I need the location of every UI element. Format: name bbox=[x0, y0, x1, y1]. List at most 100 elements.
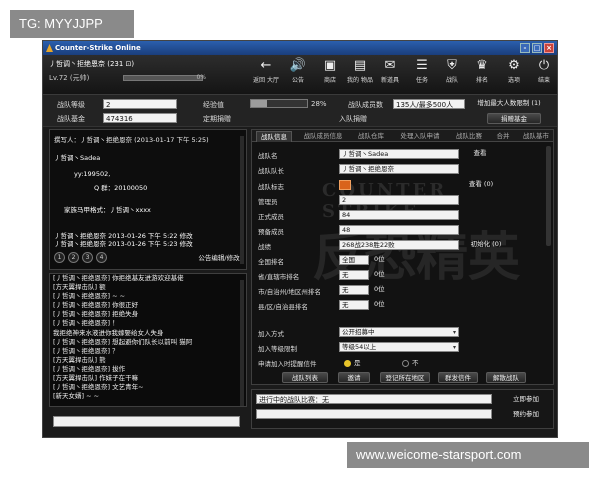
chat-line: [丿哲调丶拒绝恩奈] 你很正好 bbox=[53, 301, 139, 310]
donate-fund-button[interactable]: 捐赠基金 bbox=[487, 113, 541, 124]
quest-icon: ☰ bbox=[416, 58, 428, 73]
nav-item[interactable]: ▣ 商店 bbox=[315, 58, 345, 84]
notice-scrollbar[interactable] bbox=[240, 136, 244, 264]
notice-line: 家族马甲格式：丿哲调丶xxxx bbox=[64, 206, 151, 214]
join-method-select[interactable]: 公开招募中 ▾ bbox=[339, 327, 459, 337]
notice-edit-button[interactable]: 公告编辑/修改 bbox=[196, 253, 242, 264]
match-join-button[interactable]: 立即参加 bbox=[504, 394, 548, 405]
clan-leader-value: 丿哲调丶拒绝恩奈 bbox=[339, 164, 459, 174]
gear-icon: ⚙ bbox=[508, 58, 520, 73]
clan-action-button[interactable]: 登记所在地区 bbox=[380, 372, 430, 383]
minimize-button[interactable]: - bbox=[520, 43, 530, 53]
close-button[interactable]: × bbox=[544, 43, 554, 53]
clan-name-view-button[interactable]: 查看 bbox=[466, 148, 494, 159]
admin-count-value: 2 bbox=[339, 195, 459, 205]
clan-shield-icon: ⛨ bbox=[447, 58, 457, 73]
clan-mark-view-button[interactable]: 查看 (0) bbox=[466, 179, 496, 190]
entry-donate-label: 入队捐赠 bbox=[339, 115, 367, 123]
power-icon: ⏻ bbox=[538, 58, 550, 73]
clan-exp-fill bbox=[251, 100, 267, 107]
chat-scrollbar[interactable] bbox=[240, 280, 244, 406]
nav-item-label: 结束 bbox=[537, 77, 550, 84]
tab-0[interactable]: 战队信息 bbox=[256, 131, 292, 142]
level-limit-select[interactable]: 等级54以上 ▾ bbox=[339, 342, 459, 352]
nav-item[interactable]: ☰ 任务 bbox=[407, 58, 437, 84]
notice-page-button[interactable]: 2 bbox=[68, 252, 79, 263]
nav-item-label: 商店 bbox=[323, 77, 336, 84]
maximize-button[interactable]: □ bbox=[532, 43, 542, 53]
join-method-value: 公开招募中 bbox=[342, 328, 375, 336]
cs-logo-icon bbox=[46, 44, 53, 52]
nav-item[interactable]: ▤ 我的 物品 bbox=[345, 58, 375, 84]
nav-item-label: 我的 物品 bbox=[347, 77, 373, 84]
speaker-icon: 🔊 bbox=[289, 58, 307, 73]
join-alert-no-radio[interactable]: 不 bbox=[402, 357, 419, 367]
notice-line: 丿哲调丶拒绝恩奈 2013-01-26 下午 5:23 修改 bbox=[54, 240, 193, 248]
notice-page-button[interactable]: 3 bbox=[82, 252, 93, 263]
nav-item-label: 排名 bbox=[475, 77, 488, 84]
nav-item[interactable]: ⚙ 选项 bbox=[499, 58, 529, 84]
clan-mark-label: 战队标志 bbox=[258, 183, 284, 191]
nav-item-label: 返回 大厅 bbox=[253, 77, 279, 84]
tab-6[interactable]: 战队基市 bbox=[518, 131, 553, 141]
nav-item[interactable]: 🔊 公告 bbox=[283, 58, 313, 84]
clan-action-button[interactable]: 战队列表 bbox=[282, 372, 328, 383]
chat-line: [丿哲调丶拒绝恩奈] 你拒绝基友进游欢迎基佬 bbox=[53, 274, 184, 282]
clan-members-value: 135人/最多500人 bbox=[393, 99, 465, 109]
increase-member-limit-button[interactable]: 增加最大人数限制 (1) bbox=[471, 98, 547, 109]
player-name: 丿哲调丶拒绝恩奈 (231 ⊡) bbox=[49, 60, 135, 68]
record-reset-button[interactable]: 初始化 (0) bbox=[466, 239, 506, 250]
notice-line: 丿哲调丶Sadea bbox=[54, 154, 101, 162]
county-rank-value: 0位 bbox=[374, 300, 385, 308]
title-bar: Counter-Strike Online - □ × bbox=[43, 41, 557, 55]
city-rank-scope: 无 bbox=[339, 285, 369, 295]
join-alert-yes-radio[interactable]: 是 bbox=[344, 357, 361, 367]
nav-item[interactable]: ✉ 新道具 bbox=[375, 58, 405, 84]
notice-author: 撰写人：丿哲调丶拒绝恩奈 (2013-01-17 下午 5:25) bbox=[54, 136, 209, 144]
tab-1[interactable]: 战队成员信息 bbox=[298, 131, 348, 141]
match-status-value: 无 bbox=[322, 396, 329, 404]
notice-page-button[interactable]: 1 bbox=[54, 252, 65, 263]
clan-name-value: 丿哲调丶Sadea bbox=[339, 149, 459, 159]
tab-3[interactable]: 处理入队申请 bbox=[394, 131, 446, 141]
chat-line: [丿哲调丶拒绝恩奈] 拔作 bbox=[53, 364, 126, 373]
match-reserve-button[interactable]: 预约参加 bbox=[504, 409, 548, 420]
clan-level-label: 战队等级 bbox=[57, 101, 85, 109]
cycle-donate-label: 定期捐赠 bbox=[203, 115, 231, 123]
clan-level-value: 2 bbox=[103, 99, 177, 109]
notice-page-button[interactable]: 4 bbox=[96, 252, 107, 263]
nav-item-label: 公告 bbox=[291, 77, 304, 84]
chat-line: [方天翼捍击队] 作妹子在干嘛 bbox=[53, 374, 139, 383]
tab-4[interactable]: 战队比赛 bbox=[450, 131, 488, 141]
chat-input[interactable] bbox=[53, 416, 240, 427]
clan-info-panel: 战队信息战队成员信息战队仓库处理入队申请战队比赛合并战队基市 COUNTER S… bbox=[251, 129, 554, 385]
clan-action-button[interactable]: 解散战队 bbox=[486, 372, 526, 383]
watermark-tag-top: TG: MYYJJPP bbox=[10, 10, 134, 38]
city-rank-label: 市/自治州/地区州排名 bbox=[258, 288, 321, 296]
chat-line: [丿哲调丶拒绝恩奈] 文艺青年~ bbox=[53, 383, 144, 392]
county-rank-label: 县/区/自治县排名 bbox=[258, 303, 308, 311]
clan-action-button[interactable]: 群发信件 bbox=[438, 372, 478, 383]
national-rank-label: 全国排名 bbox=[258, 258, 284, 266]
info-scrollbar[interactable] bbox=[546, 146, 551, 246]
regular-count-label: 正式成员 bbox=[258, 213, 284, 221]
clan-fund-value: 474316 bbox=[103, 113, 177, 123]
inventory-icon: ▤ bbox=[353, 58, 367, 73]
clan-action-button[interactable]: 邀请 bbox=[338, 372, 370, 383]
game-window: Counter-Strike Online - □ × 丿哲调丶拒绝恩奈 (23… bbox=[42, 40, 558, 438]
city-rank-value: 0位 bbox=[374, 285, 385, 293]
clan-exp-label: 经验值 bbox=[203, 101, 224, 109]
clan-mark-icon bbox=[339, 180, 351, 190]
nav-item[interactable]: ♛ 排名 bbox=[467, 58, 497, 84]
province-rank-value: 0位 bbox=[374, 270, 385, 278]
tab-5[interactable]: 合并 bbox=[492, 131, 514, 141]
chat-line: 我拒绝神来水液进你我嫁娶给女人失身 bbox=[53, 328, 164, 337]
nav-item[interactable]: ⏻ 结束 bbox=[529, 58, 559, 84]
nav-item[interactable]: ← 返回 大厅 bbox=[251, 58, 281, 84]
tab-2[interactable]: 战队仓库 bbox=[352, 131, 390, 141]
nav-item-label: 任务 bbox=[415, 77, 428, 84]
admin-count-label: 管理员 bbox=[258, 198, 278, 206]
join-alert-yes-label: 是 bbox=[354, 359, 361, 367]
nav-item[interactable]: ⛨ 战队 bbox=[437, 58, 467, 84]
player-xp-bar: 0% bbox=[123, 74, 206, 81]
